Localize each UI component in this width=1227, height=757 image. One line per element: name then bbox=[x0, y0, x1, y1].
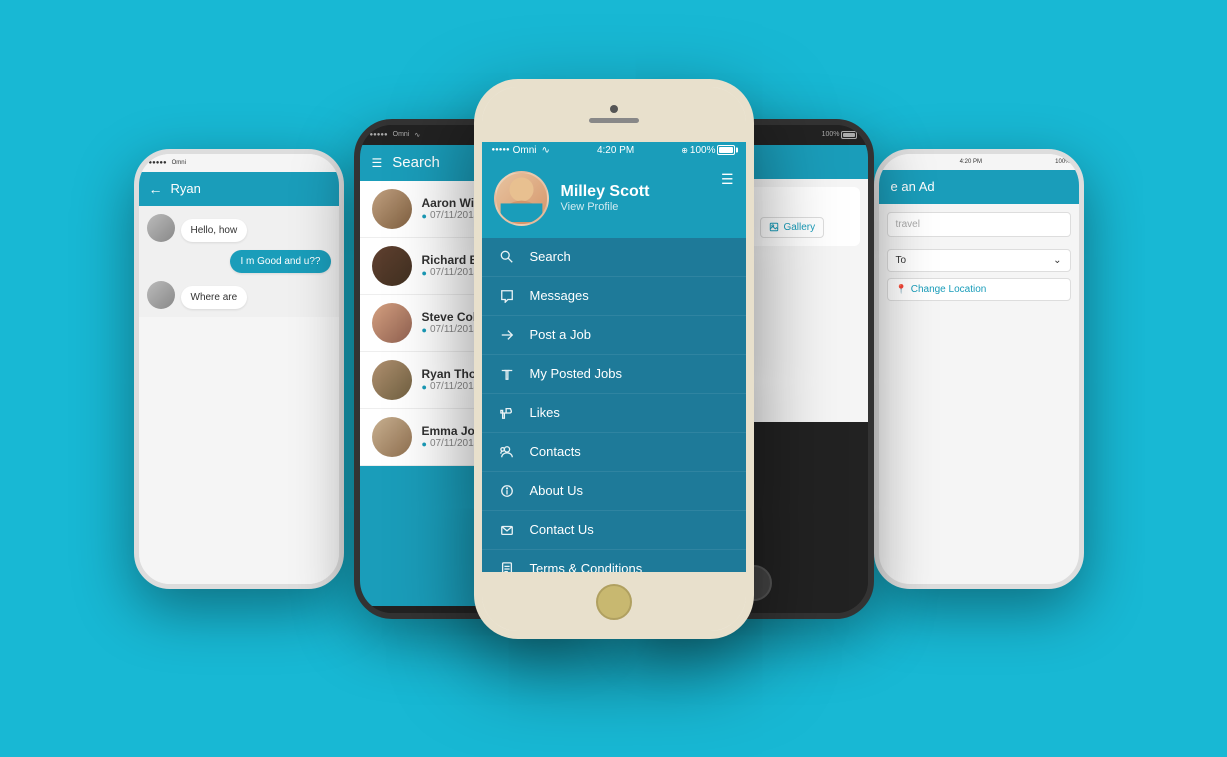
menu-item-likes[interactable]: Likes bbox=[482, 394, 746, 433]
chat-bubble-me: I m Good and u?? bbox=[230, 250, 330, 273]
person-info-1: Aaron Wil ● 07/11/2014 bbox=[422, 196, 480, 221]
menu-item-post-job[interactable]: Post a Job bbox=[482, 316, 746, 355]
menu-list: Search Messages bbox=[482, 238, 746, 572]
phone-far-right: 4:20 PM 100% e an Ad travel To ⌄ 📍 Chang… bbox=[874, 149, 1084, 589]
speaker bbox=[589, 118, 639, 123]
status-bar: ●●●●● Omni ∿ 4:20 PM ⊕ 100% bbox=[482, 142, 746, 159]
chat-header: ← Ryan bbox=[139, 172, 339, 206]
battery-indicator: ⊕ 100% bbox=[681, 145, 735, 156]
chat-title: Ryan bbox=[171, 181, 201, 196]
view-profile-link[interactable]: View Profile bbox=[561, 201, 650, 213]
person-avatar-5 bbox=[372, 417, 412, 457]
back-button[interactable]: ← bbox=[149, 181, 163, 197]
chat-messages: Hello, how I m Good and u?? Where are bbox=[139, 206, 339, 317]
post-job-icon bbox=[498, 326, 516, 344]
search-title: Search bbox=[392, 154, 440, 171]
person-avatar-1 bbox=[372, 189, 412, 229]
likes-icon bbox=[498, 404, 516, 422]
terms-icon bbox=[498, 560, 516, 572]
phone-center: ●●●●● Omni ∿ 4:20 PM ⊕ 100% bbox=[474, 79, 754, 639]
hamburger-icon[interactable]: ☰ bbox=[372, 156, 383, 170]
contact-us-icon bbox=[498, 521, 516, 539]
messages-icon bbox=[498, 287, 516, 305]
chat-message-other-2: Where are bbox=[147, 281, 331, 309]
post-title: e an Ad bbox=[891, 179, 935, 194]
gallery-button[interactable]: Gallery bbox=[760, 217, 824, 238]
battery-fill bbox=[719, 147, 733, 153]
messages-label: Messages bbox=[530, 288, 589, 303]
person-info-4: Ryan Tho. ● 07/11/2014 bbox=[422, 367, 480, 392]
contacts-icon bbox=[498, 443, 516, 461]
user-name: Milley Scott bbox=[561, 183, 650, 201]
phone-top bbox=[482, 87, 746, 142]
person-info-2: Richard B. ● 07/11/2014 bbox=[422, 253, 482, 278]
time: 4:20 PM bbox=[597, 145, 634, 156]
center-screen: ●●●●● Omni ∿ 4:20 PM ⊕ 100% bbox=[482, 142, 746, 572]
menu-close-icon[interactable]: ☰ bbox=[721, 171, 734, 188]
user-info: Milley Scott View Profile bbox=[561, 183, 650, 213]
phone-far-left: ●●●●● Omni ← Ryan Hello, how I m Good an… bbox=[134, 149, 344, 589]
user-avatar[interactable] bbox=[494, 171, 549, 226]
battery-icon bbox=[717, 145, 735, 155]
posted-jobs-icon bbox=[498, 365, 516, 383]
post-content: travel To ⌄ 📍 Change Location bbox=[879, 204, 1079, 315]
person-avatar-2 bbox=[372, 246, 412, 286]
camera-icon bbox=[610, 105, 618, 113]
contact-label: Contact Us bbox=[530, 522, 594, 537]
about-label: About Us bbox=[530, 483, 583, 498]
chat-avatar bbox=[147, 214, 175, 242]
person-avatar-4 bbox=[372, 360, 412, 400]
contacts-label: Contacts bbox=[530, 444, 581, 459]
menu-item-posted-jobs[interactable]: My Posted Jobs bbox=[482, 355, 746, 394]
menu-item-contacts[interactable]: Contacts bbox=[482, 433, 746, 472]
travel-input[interactable]: travel bbox=[887, 212, 1071, 237]
chat-bubble-other-2: Where are bbox=[181, 286, 248, 309]
chat-avatar-2 bbox=[147, 281, 175, 309]
carrier: Omni bbox=[513, 145, 537, 156]
post-header: e an Ad bbox=[879, 170, 1079, 204]
menu-item-about[interactable]: About Us bbox=[482, 472, 746, 511]
menu-item-search[interactable]: Search bbox=[482, 238, 746, 277]
menu-item-terms[interactable]: Terms & Conditions bbox=[482, 550, 746, 572]
likes-label: Likes bbox=[530, 405, 560, 420]
menu-item-messages[interactable]: Messages bbox=[482, 277, 746, 316]
chat-message-other-1: Hello, how bbox=[147, 214, 331, 242]
posted-jobs-label: My Posted Jobs bbox=[530, 366, 623, 381]
menu-item-contact[interactable]: Contact Us bbox=[482, 511, 746, 550]
home-button-center[interactable] bbox=[596, 584, 632, 620]
search-label: Search bbox=[530, 249, 571, 264]
person-info-3: Steve Col. ● 07/11/2014 bbox=[422, 310, 480, 335]
terms-label: Terms & Conditions bbox=[530, 561, 643, 572]
phones-container: ●●●●● Omni ← Ryan Hello, how I m Good an… bbox=[64, 29, 1164, 729]
about-icon bbox=[498, 482, 516, 500]
chat-message-me: I m Good and u?? bbox=[147, 250, 331, 273]
chat-bubble-other: Hello, how bbox=[181, 219, 248, 242]
person-avatar-3 bbox=[372, 303, 412, 343]
post-job-label: Post a Job bbox=[530, 327, 591, 342]
menu-header: Milley Scott View Profile ☰ bbox=[482, 159, 746, 238]
search-icon bbox=[498, 248, 516, 266]
